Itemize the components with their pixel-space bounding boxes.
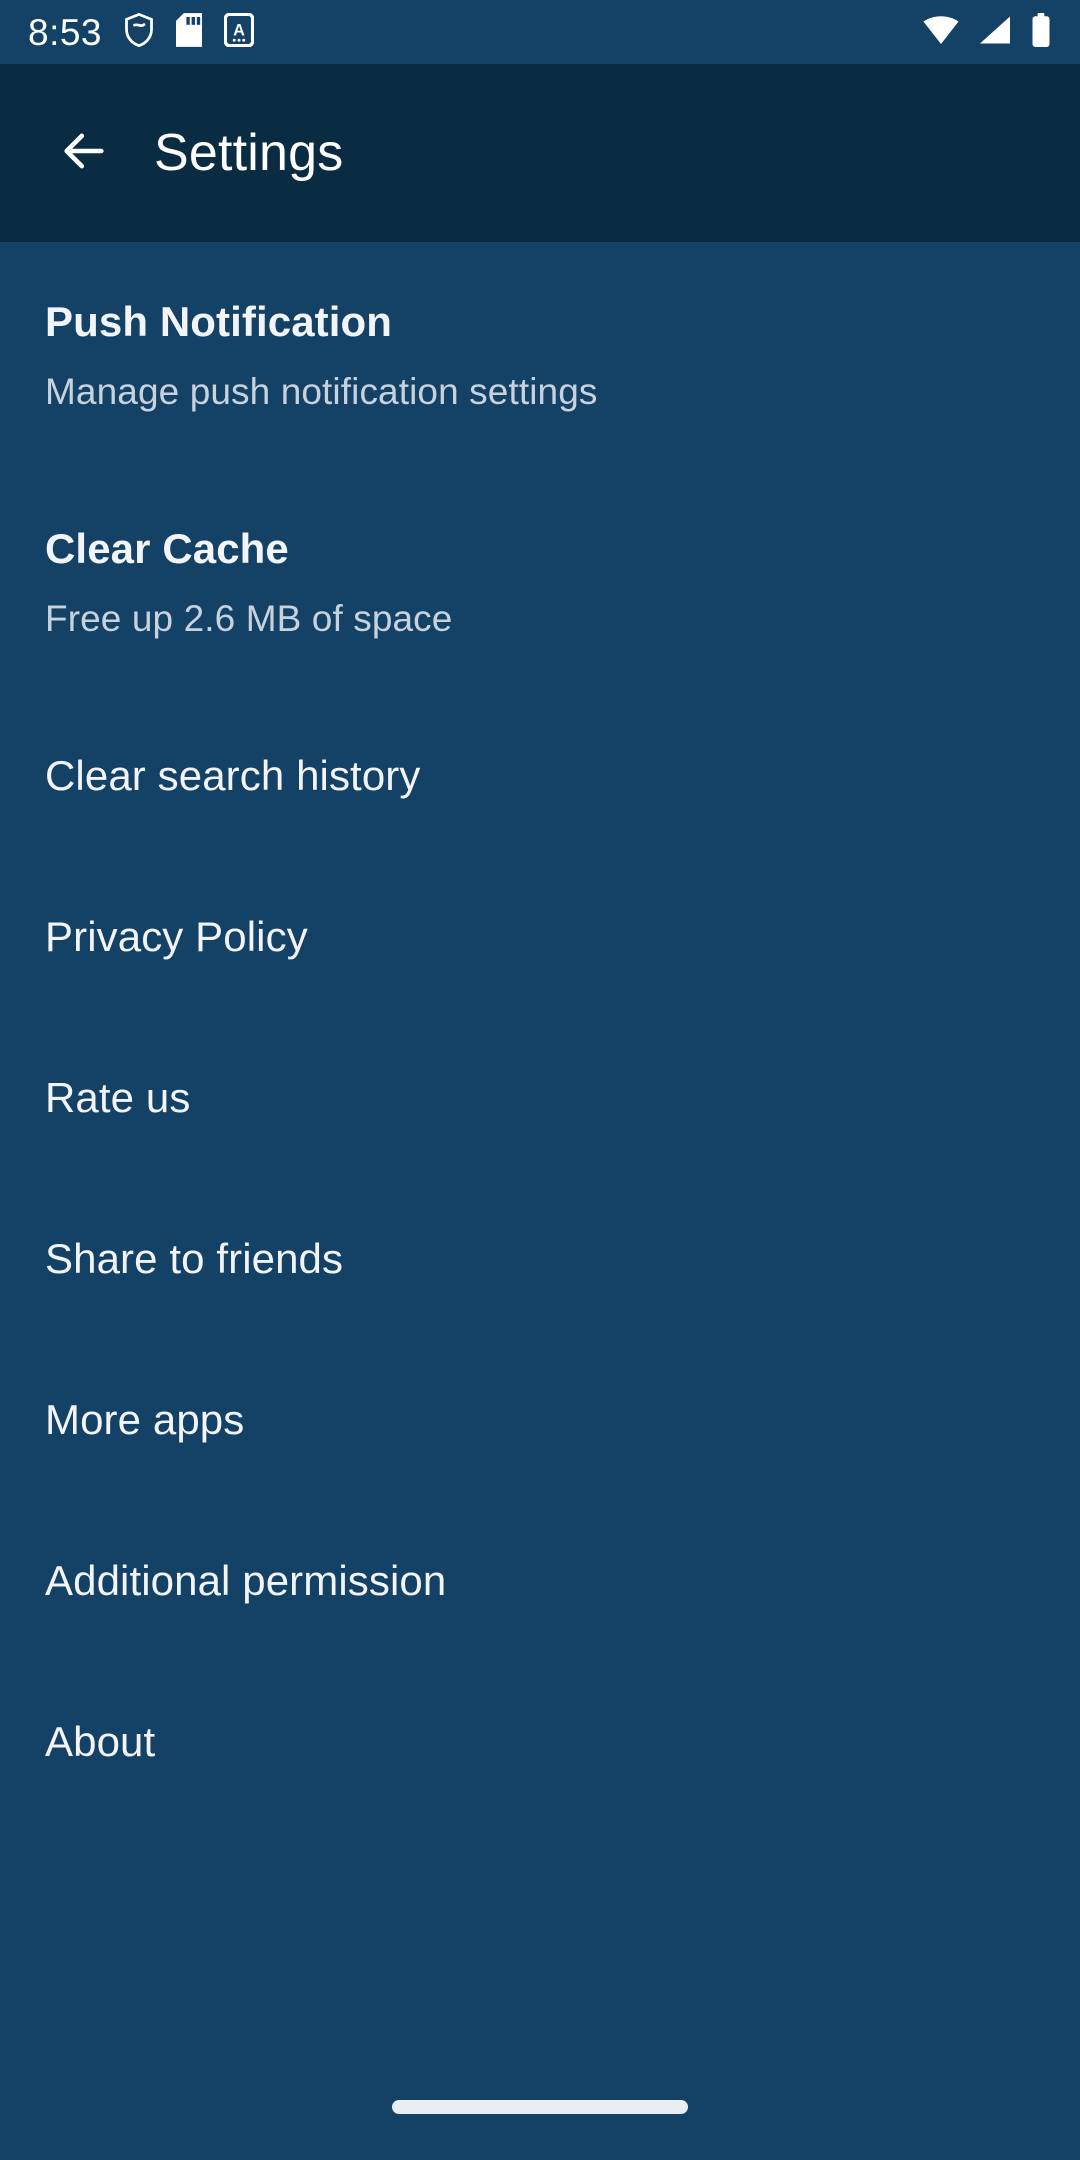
list-item-about[interactable]: About — [0, 1662, 1080, 1823]
navigation-bar — [0, 2072, 1080, 2160]
status-bar-clock: 8:53 — [28, 11, 103, 53]
list-item-title: More apps — [45, 1396, 245, 1444]
back-button[interactable] — [36, 105, 132, 201]
list-item-subtitle: Free up 2.6 MB of space — [45, 597, 453, 639]
cellular-signal-icon — [978, 15, 1012, 50]
list-item-rate-us[interactable]: Rate us — [0, 1018, 1080, 1179]
list-item-title: Rate us — [45, 1074, 191, 1122]
list-item-title: Share to friends — [45, 1235, 344, 1283]
list-item-privacy-policy[interactable]: Privacy Policy — [0, 857, 1080, 1018]
list-item-title: Clear Cache — [45, 524, 289, 572]
list-item-title: Push Notification — [45, 297, 393, 345]
app-bar: Settings — [0, 64, 1080, 242]
phone-screen: 8:53 A Settings Push Notification Manage… — [0, 0, 1080, 2160]
list-item-title: Privacy Policy — [45, 913, 308, 961]
list-item-title: Clear search history — [45, 752, 421, 800]
page-title: Settings — [154, 124, 344, 182]
list-item-clear-search-history[interactable]: Clear search history — [0, 696, 1080, 857]
svg-text:A: A — [233, 21, 245, 39]
list-item-title: About — [45, 1718, 156, 1766]
back-arrow-icon — [58, 125, 110, 182]
status-bar: 8:53 A — [0, 0, 1080, 64]
list-item-title: Additional permission — [45, 1557, 447, 1605]
settings-list: Push Notification Manage push notificati… — [0, 242, 1080, 1823]
keyboard-language-icon: A — [223, 12, 255, 52]
list-item-more-apps[interactable]: More apps — [0, 1340, 1080, 1501]
shield-icon — [124, 12, 154, 52]
list-item-additional-permission[interactable]: Additional permission — [0, 1501, 1080, 1662]
status-bar-right-group — [922, 12, 1052, 52]
wifi-icon — [922, 15, 960, 50]
home-gesture-pill[interactable] — [392, 2100, 688, 2114]
list-item-subtitle: Manage push notification settings — [45, 370, 598, 412]
list-item-clear-cache[interactable]: Clear Cache Free up 2.6 MB of space — [0, 469, 1080, 696]
list-item-push-notification[interactable]: Push Notification Manage push notificati… — [0, 242, 1080, 469]
sd-card-icon — [176, 12, 203, 52]
status-bar-left-group: 8:53 A — [28, 11, 255, 53]
list-item-share-to-friends[interactable]: Share to friends — [0, 1179, 1080, 1340]
battery-icon — [1030, 12, 1052, 52]
